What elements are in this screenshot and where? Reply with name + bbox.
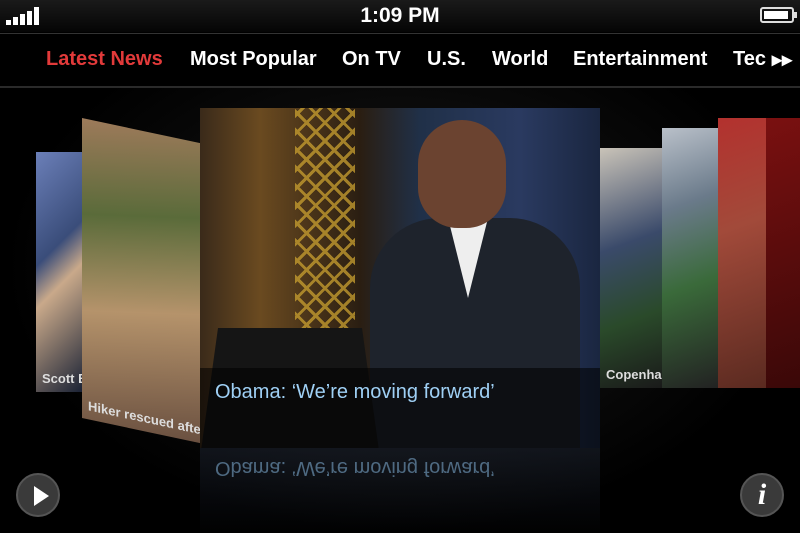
category-nav: Latest News Most Popular On TV U.S. Worl…	[0, 33, 800, 88]
battery-icon	[760, 7, 797, 23]
story-caption: Hiker rescued after	[88, 398, 202, 439]
stage-truss-image	[295, 108, 355, 348]
story-caption: Copenhagen deal	[606, 367, 662, 382]
featured-story-caption: Obama: ‘We’re moving forward’	[215, 381, 495, 403]
info-button[interactable]: i	[740, 473, 784, 517]
story-card[interactable]	[766, 118, 800, 388]
status-time: 1:09 PM	[360, 4, 440, 27]
featured-story-reflection: Obama: ‘We’re moving forward’	[200, 448, 600, 533]
reflected-caption: Obama: ‘We’re moving forward’	[215, 457, 495, 479]
story-card[interactable]: Hiker rescued after	[82, 118, 202, 444]
nav-item-most-popular[interactable]: Most Popular	[190, 48, 317, 71]
story-card[interactable]	[662, 128, 718, 388]
cover-flow-carousel[interactable]: Scott B Hiker rescued after Copenhagen d…	[0, 88, 800, 533]
nav-item-world[interactable]: World	[492, 48, 548, 71]
speaker-head-image	[418, 120, 506, 228]
nav-item-us[interactable]: U.S.	[427, 48, 466, 71]
story-caption: Scott B	[42, 371, 82, 386]
nav-item-on-tv[interactable]: On TV	[342, 48, 401, 71]
story-card[interactable]	[718, 118, 766, 388]
story-card[interactable]: Copenhagen deal	[600, 148, 662, 388]
caption-bar	[200, 368, 600, 448]
play-button[interactable]	[16, 473, 60, 517]
nav-item-latest-news[interactable]: Latest News	[46, 48, 163, 71]
status-bar: 1:09 PM	[0, 0, 800, 32]
story-card[interactable]: Scott B	[36, 152, 82, 392]
nav-item-entertainment[interactable]: Entertainment	[573, 48, 707, 71]
nav-more-icon[interactable]: ▸▸	[772, 47, 792, 72]
nav-item-tech[interactable]: Tec	[733, 48, 766, 71]
featured-story-card[interactable]: Obama: ‘We’re moving forward’	[200, 108, 600, 448]
